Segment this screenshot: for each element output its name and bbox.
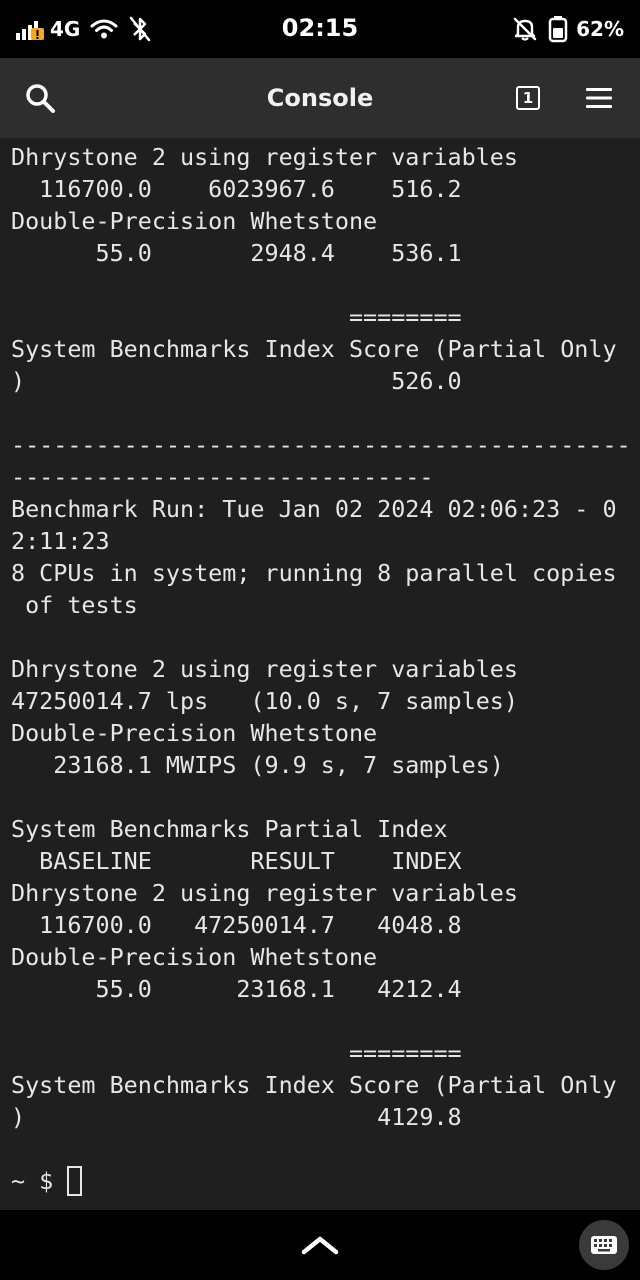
terminal-line: of tests	[11, 591, 138, 619]
terminal-line: System Benchmarks Partial Index	[11, 815, 448, 843]
terminal-cursor	[67, 1166, 83, 1196]
menu-button[interactable]	[579, 78, 619, 118]
bell-off-icon	[512, 16, 538, 42]
terminal-line: 8 CPUs in system; running 8 parallel cop…	[11, 559, 617, 587]
terminal-line: 47250014.7 lps (10.0 s, 7 samples)	[11, 687, 518, 715]
bluetooth-off-icon	[128, 16, 152, 42]
session-count: 1	[522, 89, 534, 107]
terminal-line: System Benchmarks Index Score (Partial O…	[11, 335, 617, 363]
terminal-line: Dhrystone 2 using register variables	[11, 655, 518, 683]
status-left: 4G	[16, 14, 152, 44]
terminal-line: BASELINE RESULT INDEX	[11, 847, 462, 875]
search-button[interactable]	[20, 78, 60, 118]
battery-icon	[548, 15, 568, 43]
status-bar: 4G 02:15 62%	[0, 0, 640, 58]
terminal-lines: Dhrystone 2 using register variables 116…	[11, 141, 631, 1197]
session-button[interactable]: 1	[508, 78, 548, 118]
terminal-line: 55.0 2948.4 536.1	[11, 239, 462, 267]
app-bar: Console 1	[0, 58, 640, 138]
terminal-line: Benchmark Run: Tue Jan 02 2024 02:06:23 …	[11, 495, 617, 523]
terminal-prompt: ~ $	[11, 1167, 54, 1195]
signal-icon	[16, 18, 44, 40]
search-icon	[26, 84, 55, 113]
terminal-line: Double-Precision Whetstone	[11, 719, 378, 747]
terminal-line: ------------------------------	[11, 463, 434, 491]
terminal-line: ) 4129.8	[11, 1103, 462, 1131]
terminal-line: Dhrystone 2 using register variables	[11, 143, 518, 171]
keyboard-toggle-button[interactable]	[579, 1220, 629, 1270]
terminal-line: 116700.0 6023967.6 516.2	[11, 175, 462, 203]
expand-drawer-button[interactable]	[296, 1224, 344, 1266]
terminal-output[interactable]: Dhrystone 2 using register variables 116…	[0, 138, 640, 1210]
terminal-prompt-line[interactable]: ~ $	[11, 1165, 631, 1197]
terminal-line: System Benchmarks Index Score (Partial O…	[11, 1071, 617, 1099]
terminal-line: ) 526.0	[11, 367, 462, 395]
terminal-line: Double-Precision Whetstone	[11, 943, 378, 971]
terminal-line: 55.0 23168.1 4212.4	[11, 975, 462, 1003]
network-type: 4G	[50, 17, 81, 41]
hamburger-menu-icon	[586, 88, 612, 108]
terminal-line: ========	[11, 1039, 462, 1067]
terminal-line: Dhrystone 2 using register variables	[11, 879, 518, 907]
terminal-line: ----------------------------------------…	[11, 431, 631, 459]
battery-level: 62%	[576, 17, 624, 41]
chevron-up-icon	[301, 1236, 339, 1255]
bottom-bar	[0, 1210, 640, 1280]
terminal-line: Double-Precision Whetstone	[11, 207, 378, 235]
status-right: 62%	[502, 14, 624, 44]
terminal-line: ========	[11, 303, 462, 331]
session-icon: 1	[516, 86, 540, 110]
keyboard-icon	[591, 1236, 617, 1254]
wifi-icon	[90, 18, 118, 40]
terminal-line: 116700.0 47250014.7 4048.8	[11, 911, 462, 939]
terminal-line: 23168.1 MWIPS (9.9 s, 7 samples)	[11, 751, 504, 779]
terminal-line: 2:11:23	[11, 527, 110, 555]
